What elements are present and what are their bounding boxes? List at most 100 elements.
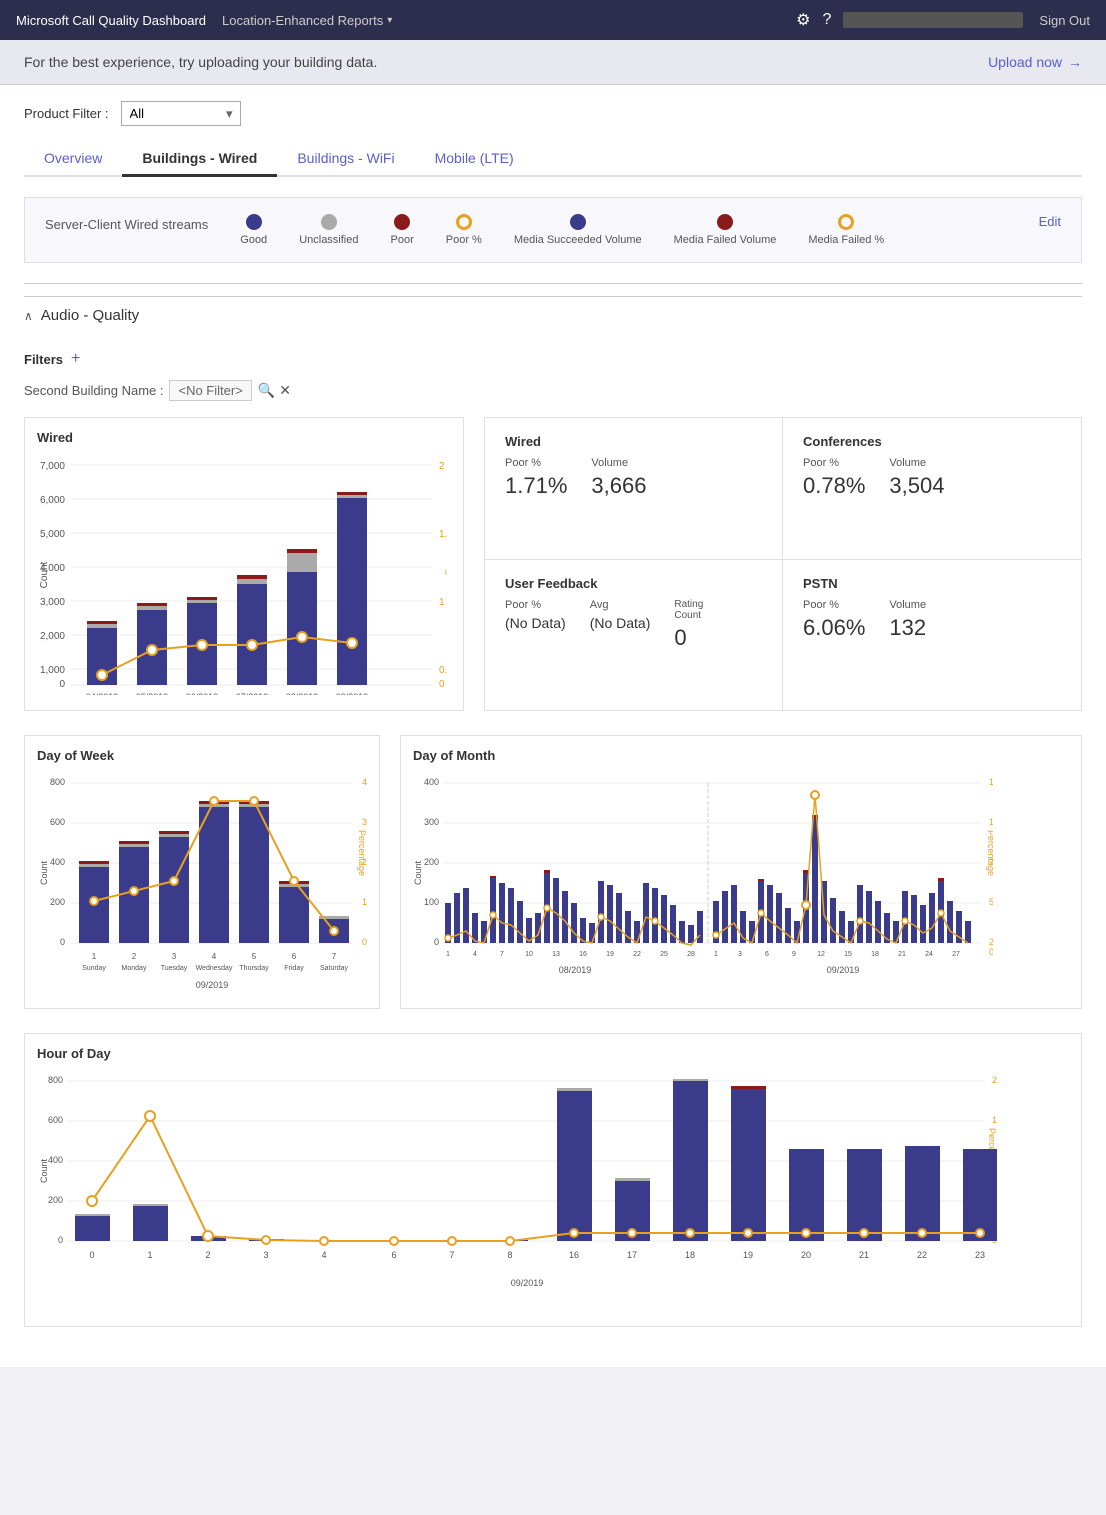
- legend-dot-poor-pct: [456, 214, 472, 230]
- stats-wired-vol-label: Volume: [591, 457, 646, 469]
- svg-text:200: 200: [424, 857, 439, 867]
- bar-unc-5: [287, 553, 317, 572]
- tab-buildings-wired[interactable]: Buildings - Wired: [122, 142, 277, 177]
- svg-text:24: 24: [925, 951, 933, 958]
- stats-pstn-vol-label: Volume: [889, 599, 926, 611]
- sign-out-link[interactable]: Sign Out: [1039, 13, 1090, 28]
- legend-dot-media-succeeded: [570, 214, 586, 230]
- svg-text:21: 21: [859, 1250, 869, 1260]
- nav-arrow-icon: ▾: [387, 15, 392, 26]
- svg-text:08/2019: 08/2019: [286, 692, 319, 695]
- product-filter-select-wrap[interactable]: All: [121, 101, 241, 126]
- two-charts-row: Day of Week 800 600 400 200 0 4 3 2 1 0 …: [24, 735, 1082, 1009]
- edit-link[interactable]: Edit: [1039, 214, 1061, 229]
- bar-unc-2: [137, 606, 167, 610]
- help-icon[interactable]: ?: [823, 11, 832, 29]
- stats-wired-title: Wired: [505, 434, 762, 449]
- legend-dot-unclassified: [321, 214, 337, 230]
- stats-uf-poor-label: Poor %: [505, 599, 566, 611]
- bar-poor-6: [337, 492, 367, 495]
- svg-text:800: 800: [48, 1075, 63, 1085]
- bar-unc-3: [187, 600, 217, 603]
- svg-text:200: 200: [48, 1195, 63, 1205]
- hod-bar-16: [557, 1091, 592, 1241]
- svg-text:7,000: 7,000: [40, 461, 65, 472]
- stats-uf-poor-value: (No Data): [505, 615, 566, 631]
- settings-icon[interactable]: ⚙: [796, 10, 810, 30]
- section-header-audio-quality: ∧ Audio - Quality: [24, 296, 1082, 334]
- tab-mobile-lte[interactable]: Mobile (LTE): [415, 142, 534, 177]
- bar-good-5: [287, 572, 317, 685]
- svg-text:Tuesday: Tuesday: [161, 965, 188, 972]
- svg-text:15: 15: [844, 951, 852, 958]
- bar-poor-1: [87, 621, 117, 624]
- wired-chart-box: Wired 7,000 6,000 5,000 4,000 3,000 2,00…: [24, 417, 464, 711]
- stats-pstn-poor-value: 6.06%: [803, 615, 865, 641]
- svg-text:27: 27: [952, 951, 960, 958]
- stats-pstn-vol-col: Volume 132: [889, 599, 926, 641]
- svg-text:1: 1: [362, 897, 367, 907]
- legend-item-media-succeeded: Media Succeeded Volume: [514, 214, 642, 246]
- stats-uf-poor-col: Poor % (No Data): [505, 599, 566, 651]
- add-filter-button[interactable]: +: [71, 350, 80, 368]
- stats-uf-avg-value: (No Data): [590, 615, 651, 631]
- stats-conf-poor-value: 0.78%: [803, 473, 865, 499]
- svg-text:18: 18: [685, 1250, 695, 1260]
- svg-text:0: 0: [989, 947, 993, 957]
- upload-now-link[interactable]: Upload now →: [988, 54, 1082, 70]
- stats-conf-cols: Poor % 0.78% Volume 3,504: [803, 457, 1061, 499]
- svg-text:0: 0: [434, 937, 439, 947]
- svg-text:6: 6: [292, 952, 297, 961]
- svg-text:25: 25: [660, 951, 668, 958]
- svg-text:04/2019: 04/2019: [86, 692, 119, 695]
- svg-text:12: 12: [817, 951, 825, 958]
- dow-bar-tue: [159, 837, 189, 943]
- svg-text:2: 2: [205, 1250, 210, 1260]
- legend-label-poor-pct: Poor %: [446, 234, 482, 246]
- stats-uf-avg-col: Avg (No Data): [590, 599, 651, 651]
- svg-text:12.5: 12.5: [989, 777, 993, 787]
- svg-text:100: 100: [424, 897, 439, 907]
- stats-wired-poor-value: 1.71%: [505, 473, 567, 499]
- svg-text:Percentage: Percentage: [986, 830, 993, 876]
- legend-item-good: Good: [240, 214, 267, 246]
- top-nav: Microsoft Call Quality Dashboard Locatio…: [0, 0, 1106, 40]
- svg-text:08/2019: 08/2019: [559, 965, 592, 975]
- main-charts-row: Wired 7,000 6,000 5,000 4,000 3,000 2,00…: [24, 417, 1082, 711]
- filter-clear-icon[interactable]: ✕: [279, 382, 291, 399]
- svg-text:5: 5: [989, 897, 993, 907]
- legend-item-media-failed: Media Failed Volume: [674, 214, 777, 246]
- svg-text:09/2019: 09/2019: [511, 1278, 544, 1288]
- wired-chart-title: Wired: [37, 430, 451, 445]
- svg-text:4: 4: [321, 1250, 326, 1260]
- collapse-chevron-icon[interactable]: ∧: [24, 309, 33, 323]
- svg-text:0: 0: [58, 1235, 63, 1245]
- filters-section: Filters + Second Building Name : <No Fil…: [24, 350, 1082, 401]
- nav-reports-link[interactable]: Location-Enhanced Reports ▾: [222, 13, 392, 28]
- svg-text:4: 4: [473, 951, 477, 958]
- tab-overview[interactable]: Overview: [24, 142, 122, 177]
- legend-label-unclassified: Unclassified: [299, 234, 358, 246]
- svg-text:28: 28: [687, 951, 695, 958]
- svg-text:15: 15: [992, 1115, 997, 1125]
- dow-chart-title: Day of Week: [37, 748, 367, 763]
- svg-text:6: 6: [765, 951, 769, 958]
- hod-bar-19: [731, 1089, 766, 1241]
- bar-unc-6: [337, 495, 367, 498]
- svg-text:5: 5: [252, 952, 257, 961]
- svg-text:8: 8: [507, 1250, 512, 1260]
- svg-text:Percentage: Percentage: [357, 830, 367, 876]
- stats-uf-rating-value: 0: [674, 625, 703, 651]
- section-title-audio-quality: Audio - Quality: [41, 307, 139, 324]
- filter-search-icon[interactable]: 🔍: [258, 382, 275, 399]
- product-filter-select[interactable]: All: [121, 101, 241, 126]
- svg-text:Percentage: Percentage: [444, 529, 447, 581]
- filters-bar: Filters +: [24, 350, 1082, 368]
- stats-wired-vol-value: 3,666: [591, 473, 646, 499]
- tab-buildings-wifi[interactable]: Buildings - WiFi: [277, 142, 414, 177]
- svg-text:0.5: 0.5: [439, 665, 447, 676]
- svg-text:6: 6: [391, 1250, 396, 1260]
- stats-conf-vol-label: Volume: [889, 457, 944, 469]
- svg-text:600: 600: [50, 817, 65, 827]
- svg-text:Sunday: Sunday: [82, 965, 106, 972]
